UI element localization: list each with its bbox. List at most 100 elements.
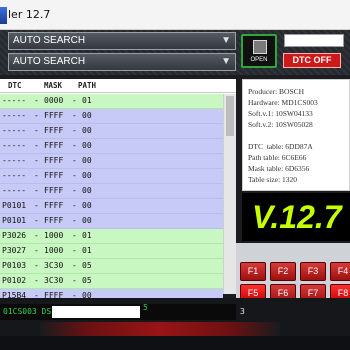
- table-row[interactable]: ----- FFFF 00- -: [0, 124, 223, 139]
- cell-mask: FFFF: [44, 171, 64, 180]
- folder-icon: [253, 40, 267, 54]
- table-scrollbar[interactable]: [223, 94, 236, 294]
- dtc-input[interactable]: [284, 34, 344, 47]
- status-counter-secondary: 3: [240, 307, 245, 316]
- table-row[interactable]: ----- FFFF 00- -: [0, 109, 223, 124]
- info-hardware: Hardware: MD1CS003: [248, 98, 318, 107]
- cell-mask: 1000: [44, 246, 64, 255]
- table-row[interactable]: ----- FFFF 00- -: [0, 169, 223, 184]
- cell-separator: -: [34, 231, 39, 240]
- cell-separator: -: [34, 276, 39, 285]
- cell-separator: -: [72, 201, 77, 210]
- cell-separator: -: [72, 156, 77, 165]
- cell-mask: FFFF: [44, 201, 64, 210]
- cell-dtc: -----: [2, 96, 27, 105]
- cell-mask: 3C30: [44, 276, 64, 285]
- status-field: [52, 306, 140, 318]
- cell-dtc: -----: [2, 156, 27, 165]
- cell-path: 01: [82, 246, 92, 255]
- cell-separator: -: [34, 111, 39, 120]
- status-ecu: 01CS003 DS7: [3, 307, 56, 316]
- cell-dtc: P3027: [2, 246, 27, 255]
- cell-separator: -: [72, 111, 77, 120]
- chevron-down-icon: ▼: [221, 35, 231, 46]
- cell-path: 00: [82, 216, 92, 225]
- ecu-select-value: AUTO SEARCH: [13, 56, 86, 67]
- cell-separator: -: [34, 96, 39, 105]
- info-soft-v1: Soft.v.1: 10SW04133: [248, 109, 313, 118]
- cell-path: 00: [82, 171, 92, 180]
- cell-mask: FFFF: [44, 186, 64, 195]
- cell-separator: -: [34, 141, 39, 150]
- cell-dtc: P0102: [2, 276, 27, 285]
- info-mask-table: Mask table: 6D6356: [248, 164, 310, 173]
- table-row[interactable]: P0103 3C30 05- -: [0, 259, 223, 274]
- cell-mask: 0000: [44, 96, 64, 105]
- cell-dtc: P0101: [2, 201, 27, 210]
- chevron-down-icon: ▼: [221, 56, 231, 67]
- scrollbar-thumb[interactable]: [226, 96, 234, 136]
- cell-separator: -: [72, 246, 77, 255]
- info-path-table: Path table: 6C6E66: [248, 153, 307, 162]
- info-soft-v2: Soft.v.2: 10SW05028: [248, 120, 313, 129]
- table-row[interactable]: ----- 0000 01- -: [0, 94, 223, 109]
- cell-separator: -: [34, 246, 39, 255]
- cell-path: 00: [82, 201, 92, 210]
- f4-button[interactable]: F4: [330, 262, 350, 281]
- cell-dtc: -----: [2, 111, 27, 120]
- table-header: DTC MASK PATH: [0, 79, 236, 93]
- cell-separator: -: [72, 141, 77, 150]
- table-row[interactable]: P3026 1000 01- -: [0, 229, 223, 244]
- open-button-label: OPEN: [250, 57, 268, 63]
- cell-separator: -: [72, 186, 77, 195]
- ecu-select[interactable]: AUTO SEARCH ▼: [8, 53, 236, 71]
- f3-button[interactable]: F3: [300, 262, 326, 281]
- table-row[interactable]: P0101 FFFF 00- -: [0, 214, 223, 229]
- cell-mask: FFFF: [44, 111, 64, 120]
- cell-mask: FFFF: [44, 126, 64, 135]
- table-rows: ----- 0000 01- - ----- FFFF 00- - ----- FFFF 00- - -…: [0, 94, 223, 304]
- manufacturer-select[interactable]: AUTO SEARCH ▼: [8, 32, 236, 50]
- cell-separator: -: [72, 171, 77, 180]
- cell-separator: -: [72, 231, 77, 240]
- table-row[interactable]: P0101 FFFF 00- -: [0, 199, 223, 214]
- cell-separator: -: [34, 201, 39, 210]
- decorative-band: [40, 322, 280, 336]
- f1-button[interactable]: F1: [240, 262, 266, 281]
- cell-separator: -: [34, 126, 39, 135]
- column-header-path: PATH: [78, 81, 97, 90]
- cell-dtc: -----: [2, 126, 27, 135]
- info-table-size: Table size: 1320: [248, 175, 298, 184]
- cell-mask: 3C30: [44, 261, 64, 270]
- cell-path: 01: [82, 231, 92, 240]
- cell-dtc: P0103: [2, 261, 27, 270]
- cell-separator: -: [34, 216, 39, 225]
- app-icon: [0, 7, 7, 24]
- cell-mask: FFFF: [44, 216, 64, 225]
- table-row[interactable]: ----- FFFF 00- -: [0, 184, 223, 199]
- cell-separator: -: [34, 186, 39, 195]
- table-row[interactable]: ----- FFFF 00- -: [0, 154, 223, 169]
- open-button[interactable]: OPEN: [241, 34, 277, 68]
- table-row[interactable]: ----- FFFF 00- -: [0, 139, 223, 154]
- cell-dtc: P0101: [2, 216, 27, 225]
- column-header-dtc: DTC: [8, 81, 22, 90]
- cell-mask: FFFF: [44, 141, 64, 150]
- ecu-info-panel: Producer: BOSCH Hardware: MD1CS003 Soft.…: [242, 79, 350, 191]
- cell-separator: -: [72, 216, 77, 225]
- f2-button[interactable]: F2: [270, 262, 296, 281]
- window-title: ler 12.7: [8, 8, 51, 21]
- cell-dtc: -----: [2, 141, 27, 150]
- cell-path: 05: [82, 276, 92, 285]
- cell-separator: -: [72, 126, 77, 135]
- cell-path: 01: [82, 96, 92, 105]
- cell-mask: 1000: [44, 231, 64, 240]
- version-banner: V.12.7: [242, 193, 350, 241]
- table-row[interactable]: P0102 3C30 05- -: [0, 274, 223, 289]
- table-row[interactable]: P3027 1000 01- -: [0, 244, 223, 259]
- manufacturer-select-value: AUTO SEARCH: [13, 35, 86, 46]
- cell-separator: -: [34, 171, 39, 180]
- cell-separator: -: [72, 261, 77, 270]
- dtc-off-button[interactable]: DTC OFF: [283, 53, 341, 68]
- cell-separator: -: [72, 276, 77, 285]
